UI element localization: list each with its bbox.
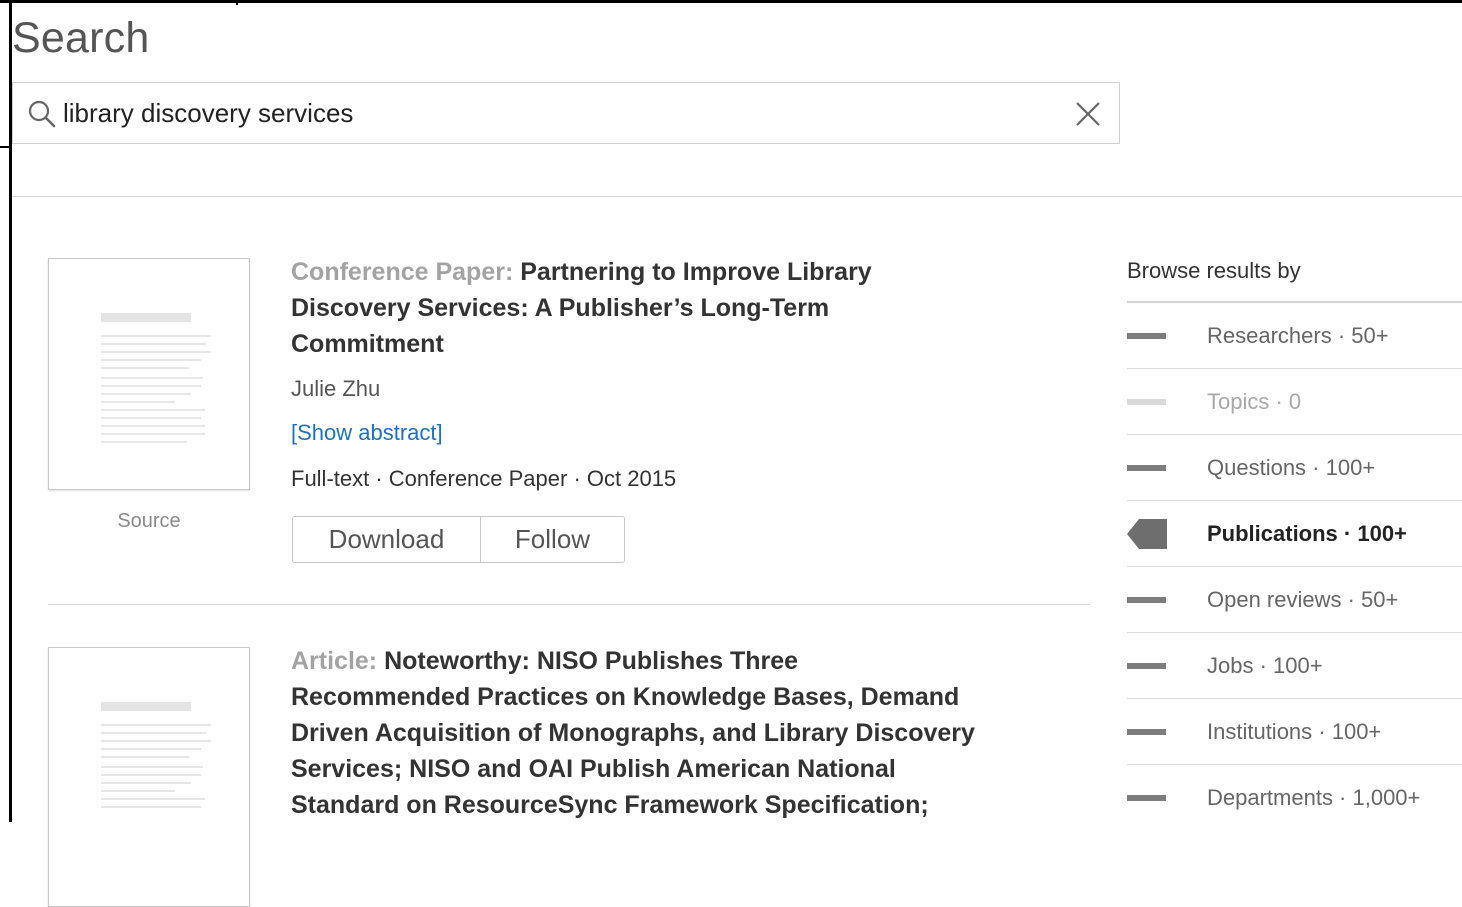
result-divider [48,604,1090,605]
result-type-label: Article: [291,647,378,675]
page-title: Search [12,14,150,62]
facet-label: Open reviews · 50+ [1207,587,1399,612]
facet-label: Institutions · 100+ [1207,719,1382,744]
results-top-divider [12,196,1462,197]
result-title[interactable]: Article: Noteworthy: NISO Publishes Thre… [291,643,975,823]
facet-researchers[interactable]: Researchers · 50+ [1127,303,1462,369]
show-abstract-link[interactable]: [Show abstract] [291,420,443,446]
result-type-label: Conference Paper: [291,258,514,286]
facet-indicator [1127,399,1166,405]
frame-tick [236,0,238,5]
search-input[interactable] [63,93,1043,133]
facet-label: Jobs · 100+ [1207,653,1323,678]
frame-stub [0,146,12,148]
close-icon[interactable] [1073,99,1103,129]
facet-indicator [1127,597,1166,603]
result-meta: Full-text · Conference Paper · Oct 2015 [291,466,677,491]
facet-questions[interactable]: Questions · 100+ [1127,435,1462,501]
facet-departments[interactable]: Departments · 1,000+ [1127,765,1462,831]
result-thumbnail[interactable] [48,647,250,907]
active-facet-flag-icon [1127,519,1167,549]
result-title[interactable]: Conference Paper: Partnering to Improve … [291,254,872,362]
result-author[interactable]: Julie Zhu [291,376,380,402]
facet-topics: Topics · 0 [1127,369,1462,435]
result-action-group: Download Follow [292,516,625,563]
facet-label: Publications · 100+ [1207,521,1407,546]
download-button[interactable]: Download [293,517,481,562]
window-top-border [0,0,1462,3]
browse-results-heading: Browse results by [1127,258,1301,283]
facet-open-reviews[interactable]: Open reviews · 50+ [1127,567,1462,633]
thumbnail-source-label: Source [117,510,181,532]
facet-label: Questions · 100+ [1207,455,1376,480]
facet-label: Researchers · 50+ [1207,323,1389,348]
search-box[interactable] [12,82,1120,144]
facet-indicator [1127,795,1166,801]
facet-indicator [1127,333,1166,339]
search-icon [28,100,56,128]
facet-label: Topics · 0 [1207,389,1302,414]
facet-jobs[interactable]: Jobs · 100+ [1127,633,1462,699]
facet-publications[interactable]: Publications · 100+ [1127,501,1462,567]
facet-indicator [1127,663,1166,669]
facet-indicator [1127,465,1166,471]
facet-institutions[interactable]: Institutions · 100+ [1127,699,1462,765]
follow-button[interactable]: Follow [481,517,624,562]
result-thumbnail[interactable] [48,258,250,490]
facet-label: Departments · 1,000+ [1207,785,1421,810]
facet-indicator [1127,729,1166,735]
